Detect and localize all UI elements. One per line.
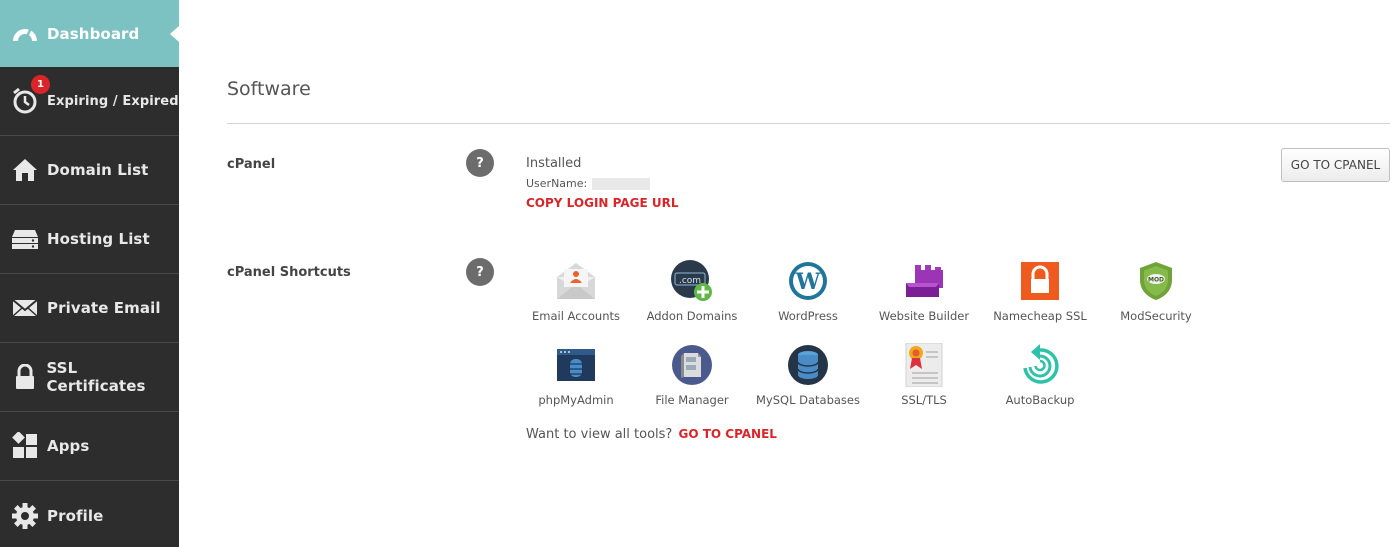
go-to-cpanel-button[interactable]: GO TO CPANEL: [1281, 148, 1390, 182]
sidebar-item-label: Private Email: [47, 299, 161, 317]
server-icon: [11, 225, 39, 253]
envelope-icon: [11, 294, 39, 322]
go-to-cpanel-link[interactable]: GO TO CPANEL: [678, 427, 776, 441]
sidebar-item-label: SSL Certificates: [46, 359, 146, 395]
sidebar-item-label: Domain List: [47, 161, 149, 179]
shortcut-label: Website Builder: [878, 309, 970, 323]
ssl-tls-icon: [902, 343, 946, 387]
shortcut-label: Email Accounts: [532, 309, 620, 323]
shortcuts-label: cPanel Shortcuts: [227, 265, 351, 280]
sidebar-item-apps[interactable]: Apps: [0, 412, 179, 481]
svg-text:W: W: [795, 269, 821, 295]
username-label: UserName:: [526, 177, 588, 190]
cpanel-help-button[interactable]: ?: [466, 149, 494, 177]
sidebar-item-domain-list[interactable]: Domain List: [0, 136, 179, 205]
shortcut-label: WordPress: [778, 309, 838, 323]
wordpress-icon: W: [786, 259, 830, 303]
sidebar-item-hosting-list[interactable]: Hosting List: [0, 205, 179, 274]
view-all-tools-text: Want to view all tools?: [526, 427, 673, 442]
apps-icon: [11, 432, 39, 460]
gear-icon: [11, 502, 39, 530]
sidebar-item-label: Expiring / Expired: [47, 93, 179, 109]
svg-text:MOD: MOD: [1148, 277, 1164, 284]
svg-text:.com: .com: [679, 276, 701, 286]
phpmyadmin-icon: [554, 343, 598, 387]
home-icon: [11, 156, 39, 184]
sidebar-item-label: Dashboard: [47, 24, 140, 43]
modsecurity-icon: MOD: [1134, 259, 1178, 303]
notification-badge: 1: [31, 75, 50, 94]
shortcut-label: AutoBackup: [1005, 393, 1075, 407]
shortcuts-help-button[interactable]: ?: [466, 258, 494, 286]
shortcut-mysql-databases[interactable]: MySQL Databases: [750, 343, 866, 407]
shortcut-email-accounts[interactable]: Email Accounts: [518, 259, 634, 323]
shortcut-ssl-tls[interactable]: SSL/TLS: [866, 343, 982, 407]
install-status: Installed: [526, 156, 582, 171]
shortcut-label: Namecheap SSL: [993, 309, 1087, 323]
cpanel-label: cPanel: [227, 157, 276, 172]
namecheap-ssl-icon: [1018, 259, 1062, 303]
username-row: UserName:: [526, 177, 651, 190]
shortcut-wordpress[interactable]: W WordPress: [750, 259, 866, 323]
email-accounts-icon: [554, 259, 598, 303]
divider: [227, 123, 1390, 124]
sidebar-item-label: Apps: [47, 437, 90, 455]
lock-icon: [11, 363, 38, 391]
shortcut-phpmyadmin[interactable]: phpMyAdmin: [518, 343, 634, 407]
file-manager-icon: [670, 343, 714, 387]
alarm-clock-icon: 1: [11, 75, 50, 115]
addon-domains-icon: .com: [670, 259, 714, 303]
shortcut-label: File Manager: [655, 393, 729, 407]
shortcut-label: Addon Domains: [646, 309, 738, 323]
sidebar-item-profile[interactable]: Profile: [0, 481, 179, 547]
shortcut-namecheap-ssl[interactable]: Namecheap SSL: [982, 259, 1098, 323]
page-title: Software: [227, 78, 311, 100]
username-value-redacted: [592, 177, 651, 190]
website-builder-icon: [902, 259, 946, 303]
shortcut-label: ModSecurity: [1120, 309, 1192, 323]
sidebar-item-dashboard[interactable]: Dashboard: [0, 0, 179, 67]
shortcut-file-manager[interactable]: File Manager: [634, 343, 750, 407]
view-all-tools-row: Want to view all tools? GO TO CPANEL: [526, 427, 777, 442]
shortcut-label: phpMyAdmin: [538, 393, 614, 407]
sidebar-item-ssl-certificates[interactable]: SSL Certificates: [0, 343, 179, 412]
sidebar: Dashboard 1 Expiring / Expired Domain Li…: [0, 0, 179, 547]
shortcut-label: MySQL Databases: [755, 393, 860, 407]
sidebar-item-private-email[interactable]: Private Email: [0, 274, 179, 343]
shortcut-autobackup[interactable]: AutoBackup: [982, 343, 1098, 407]
shortcut-label: SSL/TLS: [901, 393, 947, 407]
sidebar-item-label: Hosting List: [47, 230, 150, 248]
gauge-icon: [11, 20, 39, 48]
mysql-databases-icon: [786, 343, 830, 387]
shortcut-website-builder[interactable]: Website Builder: [866, 259, 982, 323]
shortcut-modsecurity[interactable]: MOD ModSecurity: [1098, 259, 1214, 323]
shortcut-addon-domains[interactable]: .com Addon Domains: [634, 259, 750, 323]
autobackup-icon: [1018, 343, 1062, 387]
copy-login-url-link[interactable]: COPY LOGIN PAGE URL: [526, 196, 678, 210]
sidebar-item-expiring[interactable]: 1 Expiring / Expired: [0, 67, 179, 136]
sidebar-item-label: Profile: [47, 506, 104, 525]
